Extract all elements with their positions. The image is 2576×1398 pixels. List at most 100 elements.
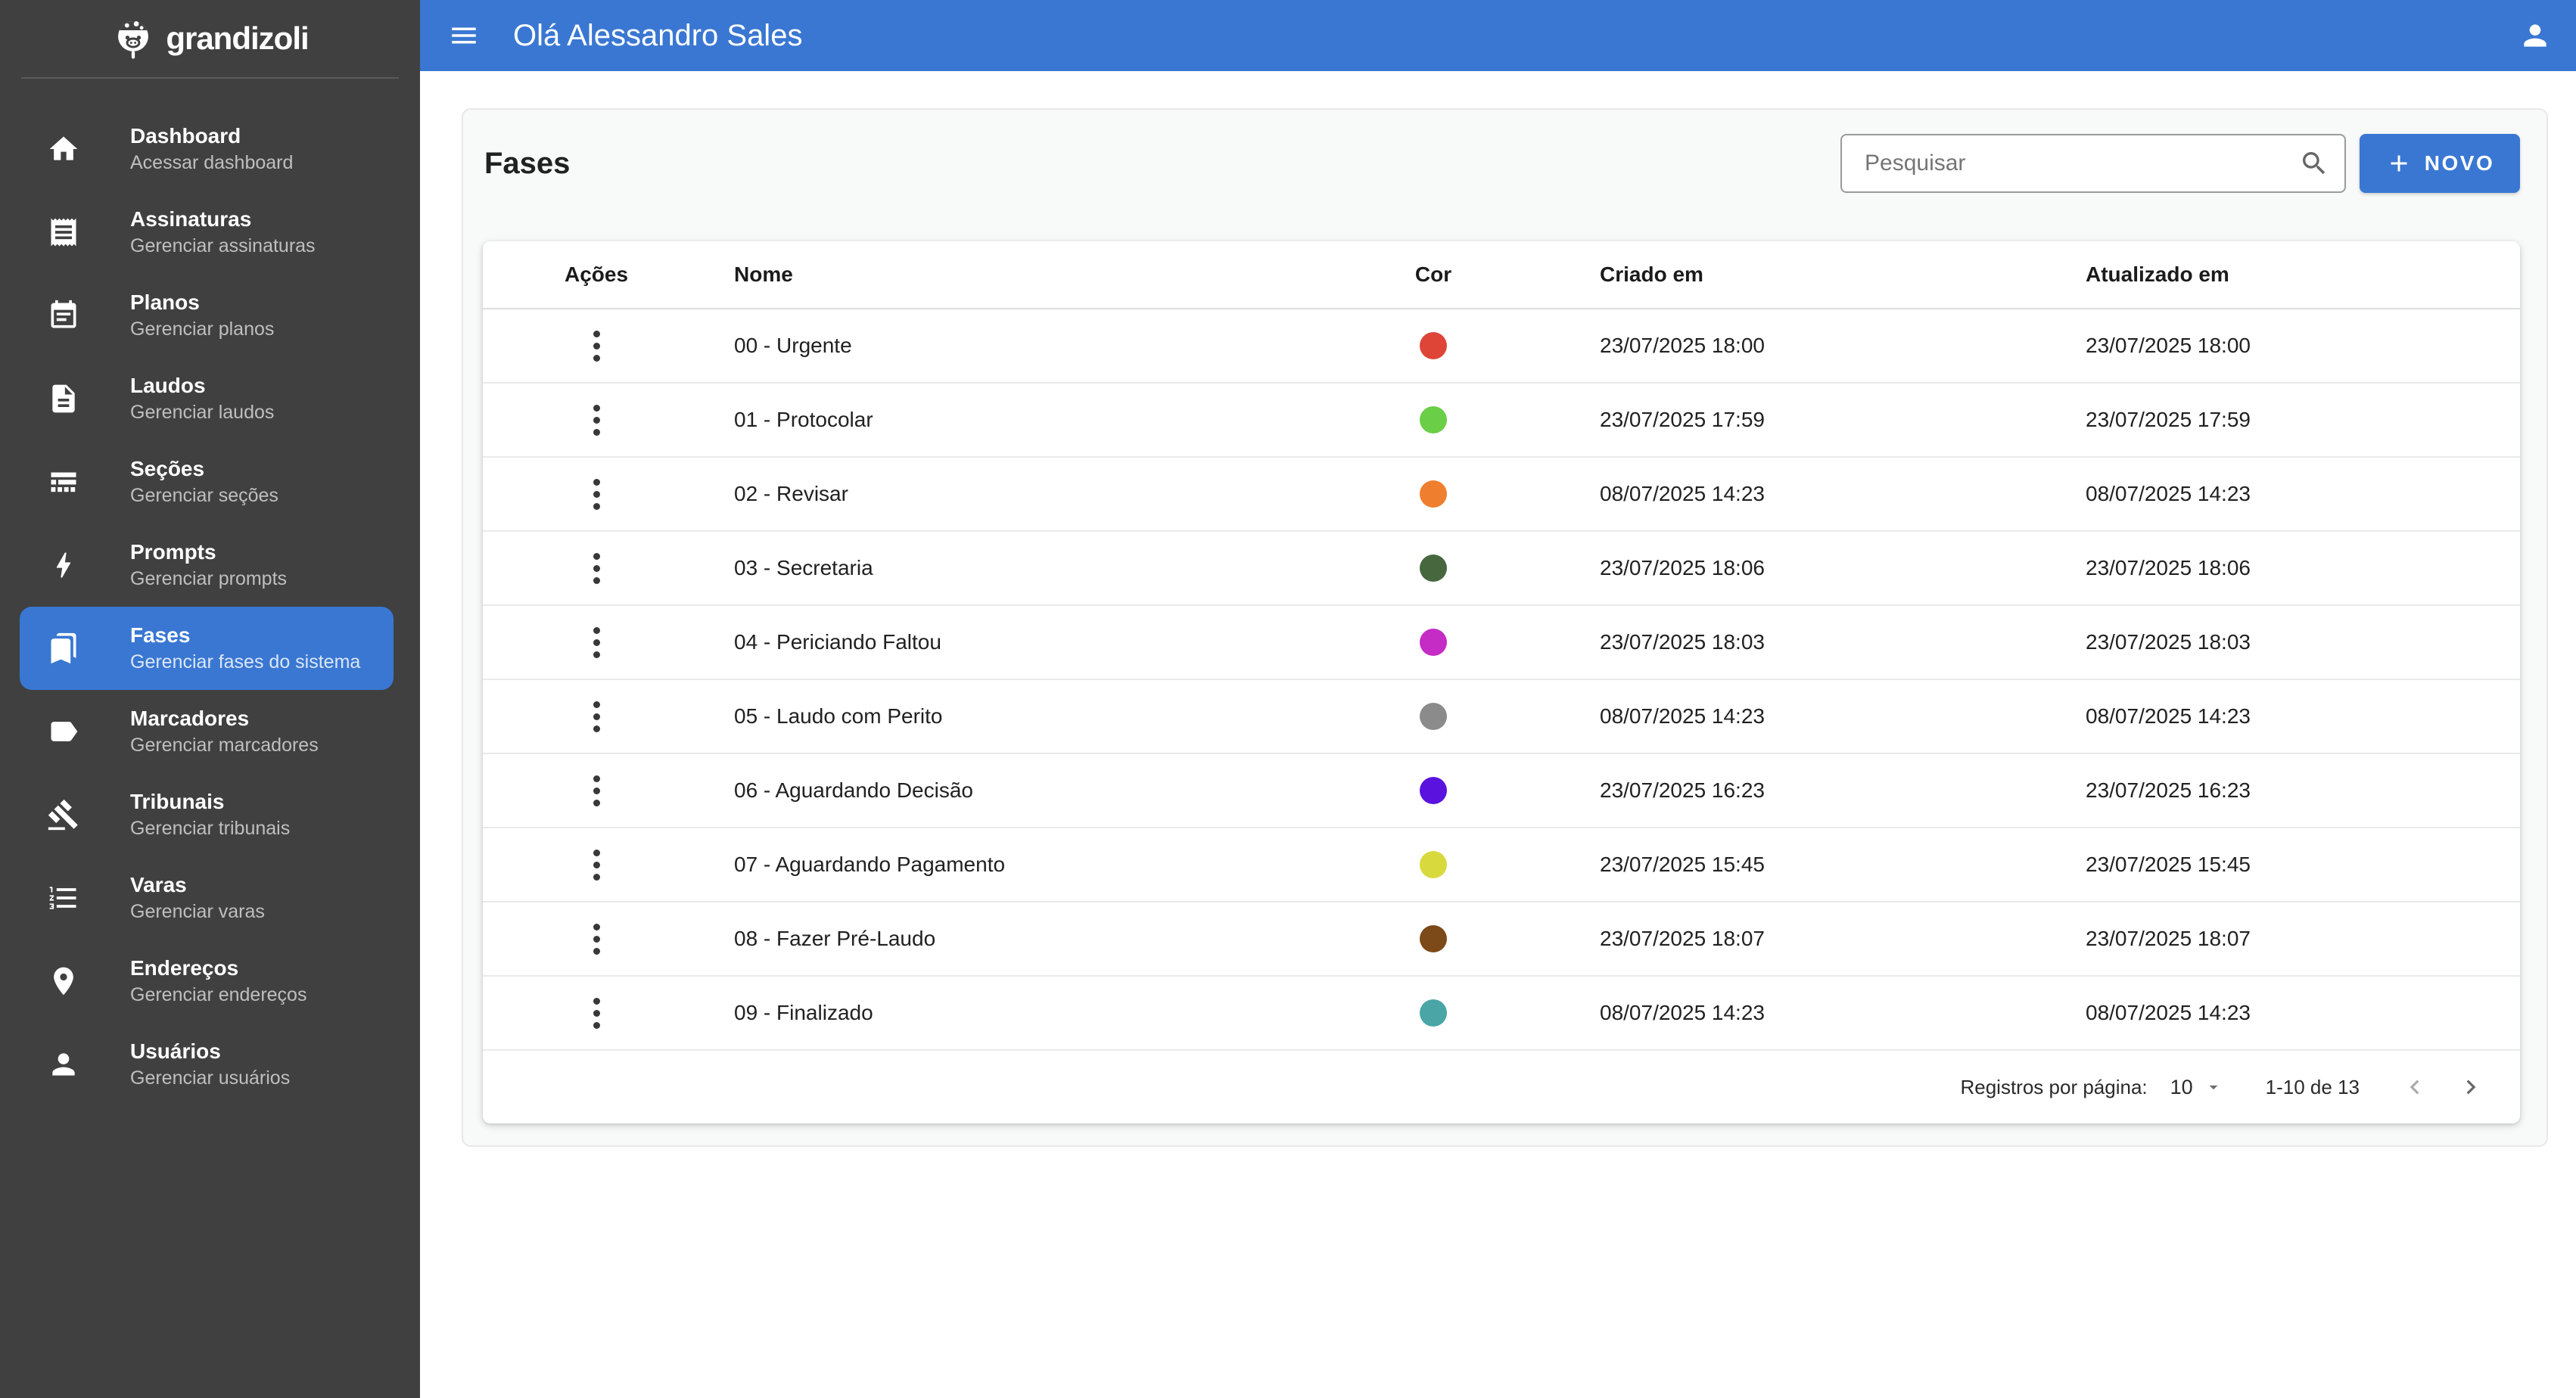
column-header-atualizado: Atualizado em [2086, 263, 2229, 286]
table-row: 03 - Secretaria 23/07/2025 18:06 23/07/202… [483, 532, 2520, 606]
new-button[interactable]: NOVO [2360, 134, 2520, 193]
card-header: Fases NOVO [483, 129, 2520, 193]
table-row: 00 - Urgente 23/07/2025 18:00 23/07/2025 1… [483, 309, 2520, 384]
fase-name: 00 - Urgente [734, 334, 852, 357]
rows-per-page-select[interactable]: 10 [2170, 1076, 2223, 1099]
sidebar-item-sublabel: Gerenciar usuários [130, 1067, 291, 1089]
sidebar-nav: Dashboard Acessar dashboard Assinaturas Ger… [0, 107, 420, 1106]
sidebar-item-assinaturas[interactable]: Assinaturas Gerenciar assinaturas [20, 191, 394, 274]
sidebar-item-varas[interactable]: Varas Gerenciar varas [20, 856, 394, 940]
location-pin-icon [45, 963, 82, 999]
table-body: 00 - Urgente 23/07/2025 18:00 23/07/2025 1… [483, 309, 2520, 1051]
color-dot [1420, 406, 1447, 433]
fase-name: 06 - Aguardando Decisão [734, 778, 973, 802]
row-actions-button[interactable] [578, 984, 615, 1042]
bolt-icon [45, 547, 82, 583]
sidebar-item-planos[interactable]: Planos Gerenciar planos [20, 274, 394, 357]
updated-at: 23/07/2025 16:23 [2086, 778, 2251, 802]
app-window: grandizoli Dashboard Acessar dashboard Ass… [0, 0, 2576, 1398]
header-controls: NOVO [1840, 134, 2520, 193]
fase-name: 08 - Fazer Pré-Laudo [734, 927, 936, 950]
created-at: 23/07/2025 18:00 [1600, 334, 1765, 357]
table-row: 06 - Aguardando Decisão 23/07/2025 16:23 2… [483, 754, 2520, 828]
next-page-button[interactable] [2456, 1073, 2485, 1101]
sidebar-item-laudos[interactable]: Laudos Gerenciar laudos [20, 357, 394, 440]
updated-at: 23/07/2025 18:06 [2086, 556, 2251, 579]
table-header-row: Ações Nome Cor Criado em Atualizado em [483, 241, 2520, 309]
fase-name: 02 - Revisar [734, 482, 848, 505]
numbered-list-icon [45, 880, 82, 916]
row-actions-button[interactable] [578, 614, 615, 671]
pagination-range: 1-10 de 13 [2265, 1075, 2360, 1098]
account-icon[interactable] [2518, 19, 2552, 52]
calendar-icon [45, 297, 82, 334]
rows-per-page-label: Registros por página: [1960, 1075, 2148, 1098]
search-box [1840, 134, 2346, 193]
rows-icon [45, 464, 82, 500]
column-header-criado: Criado em [1600, 263, 1703, 286]
sidebar-item-sublabel: Acessar dashboard [130, 152, 294, 173]
table-row: 02 - Revisar 08/07/2025 14:23 08/07/2025 1… [483, 458, 2520, 532]
updated-at: 23/07/2025 15:45 [2086, 853, 2251, 876]
row-actions-button[interactable] [578, 465, 615, 523]
row-actions-button[interactable] [578, 317, 615, 374]
search-input[interactable] [1840, 134, 2346, 193]
updated-at: 08/07/2025 14:23 [2086, 482, 2251, 505]
sidebar-item-label: Assinaturas [130, 207, 252, 231]
sidebar: grandizoli Dashboard Acessar dashboard Ass… [0, 0, 420, 1398]
updated-at: 23/07/2025 18:00 [2086, 334, 2251, 357]
created-at: 23/07/2025 15:45 [1600, 853, 1765, 876]
updated-at: 23/07/2025 18:07 [2086, 927, 2251, 950]
sidebar-item-prompts[interactable]: Prompts Gerenciar prompts [20, 523, 394, 607]
sidebar-item-sublabel: Gerenciar prompts [130, 568, 288, 589]
sidebar-item-sublabel: Gerenciar varas [130, 901, 265, 922]
row-actions-button[interactable] [578, 688, 615, 745]
sidebar-item-tribunais[interactable]: Tribunais Gerenciar tribunais [20, 773, 394, 856]
gavel-icon [45, 797, 82, 833]
row-actions-button[interactable] [578, 836, 615, 893]
receipt-icon [45, 214, 82, 250]
sidebar-item-fases[interactable]: Fases Gerenciar fases do sistema [20, 607, 394, 690]
sidebar-item-label: Fases [130, 623, 191, 647]
sidebar-item-sublabel: Gerenciar seções [130, 485, 278, 506]
sidebar-item-sublabel: Gerenciar planos [130, 318, 275, 340]
fases-card: Fases NOVO Ações [462, 108, 2548, 1147]
row-actions-button[interactable] [578, 762, 615, 819]
table-row: 07 - Aguardando Pagamento 23/07/2025 15:4… [483, 828, 2520, 902]
new-button-label: NOVO [2424, 151, 2495, 175]
sidebar-item-enderecos[interactable]: Endereços Gerenciar endereços [20, 940, 394, 1023]
sidebar-item-secoes[interactable]: Seções Gerenciar seções [20, 440, 394, 523]
topbar: Olá Alessandro Sales [420, 0, 2576, 71]
created-at: 08/07/2025 14:23 [1600, 1001, 1765, 1024]
label-icon [45, 713, 82, 750]
color-dot [1420, 777, 1447, 804]
person-icon [45, 1046, 82, 1083]
sidebar-item-label: Laudos [130, 374, 206, 397]
color-dot [1420, 851, 1447, 878]
fase-name: 07 - Aguardando Pagamento [734, 853, 1006, 876]
row-actions-button[interactable] [578, 391, 615, 449]
sidebar-item-sublabel: Gerenciar marcadores [130, 735, 319, 756]
bookmarks-icon [45, 630, 82, 666]
home-icon [45, 131, 82, 167]
pagination: Registros por página: 10 1-10 de 13 [483, 1051, 2520, 1123]
previous-page-button[interactable] [2400, 1073, 2429, 1101]
table-row: 01 - Protocolar 23/07/2025 17:59 23/07/202… [483, 384, 2520, 458]
color-dot [1420, 703, 1447, 730]
search-icon[interactable] [2299, 148, 2329, 179]
row-actions-button[interactable] [578, 910, 615, 968]
sidebar-item-usuarios[interactable]: Usuários Gerenciar usuários [20, 1023, 394, 1106]
table-row: 09 - Finalizado 08/07/2025 14:23 08/07/202… [483, 977, 2520, 1051]
sidebar-item-dashboard[interactable]: Dashboard Acessar dashboard [20, 107, 394, 191]
color-dot [1420, 925, 1447, 952]
created-at: 23/07/2025 17:59 [1600, 408, 1765, 431]
table-row: 08 - Fazer Pré-Laudo 23/07/2025 18:07 23/0… [483, 902, 2520, 977]
sidebar-item-marcadores[interactable]: Marcadores Gerenciar marcadores [20, 690, 394, 773]
table-row: 04 - Periciando Faltou 23/07/2025 18:03 23… [483, 606, 2520, 680]
color-dot [1420, 555, 1447, 582]
created-at: 08/07/2025 14:23 [1600, 482, 1765, 505]
sidebar-item-label: Usuários [130, 1039, 221, 1063]
brand-logo[interactable]: grandizoli [21, 0, 399, 79]
menu-icon[interactable] [448, 20, 480, 51]
row-actions-button[interactable] [578, 539, 615, 597]
